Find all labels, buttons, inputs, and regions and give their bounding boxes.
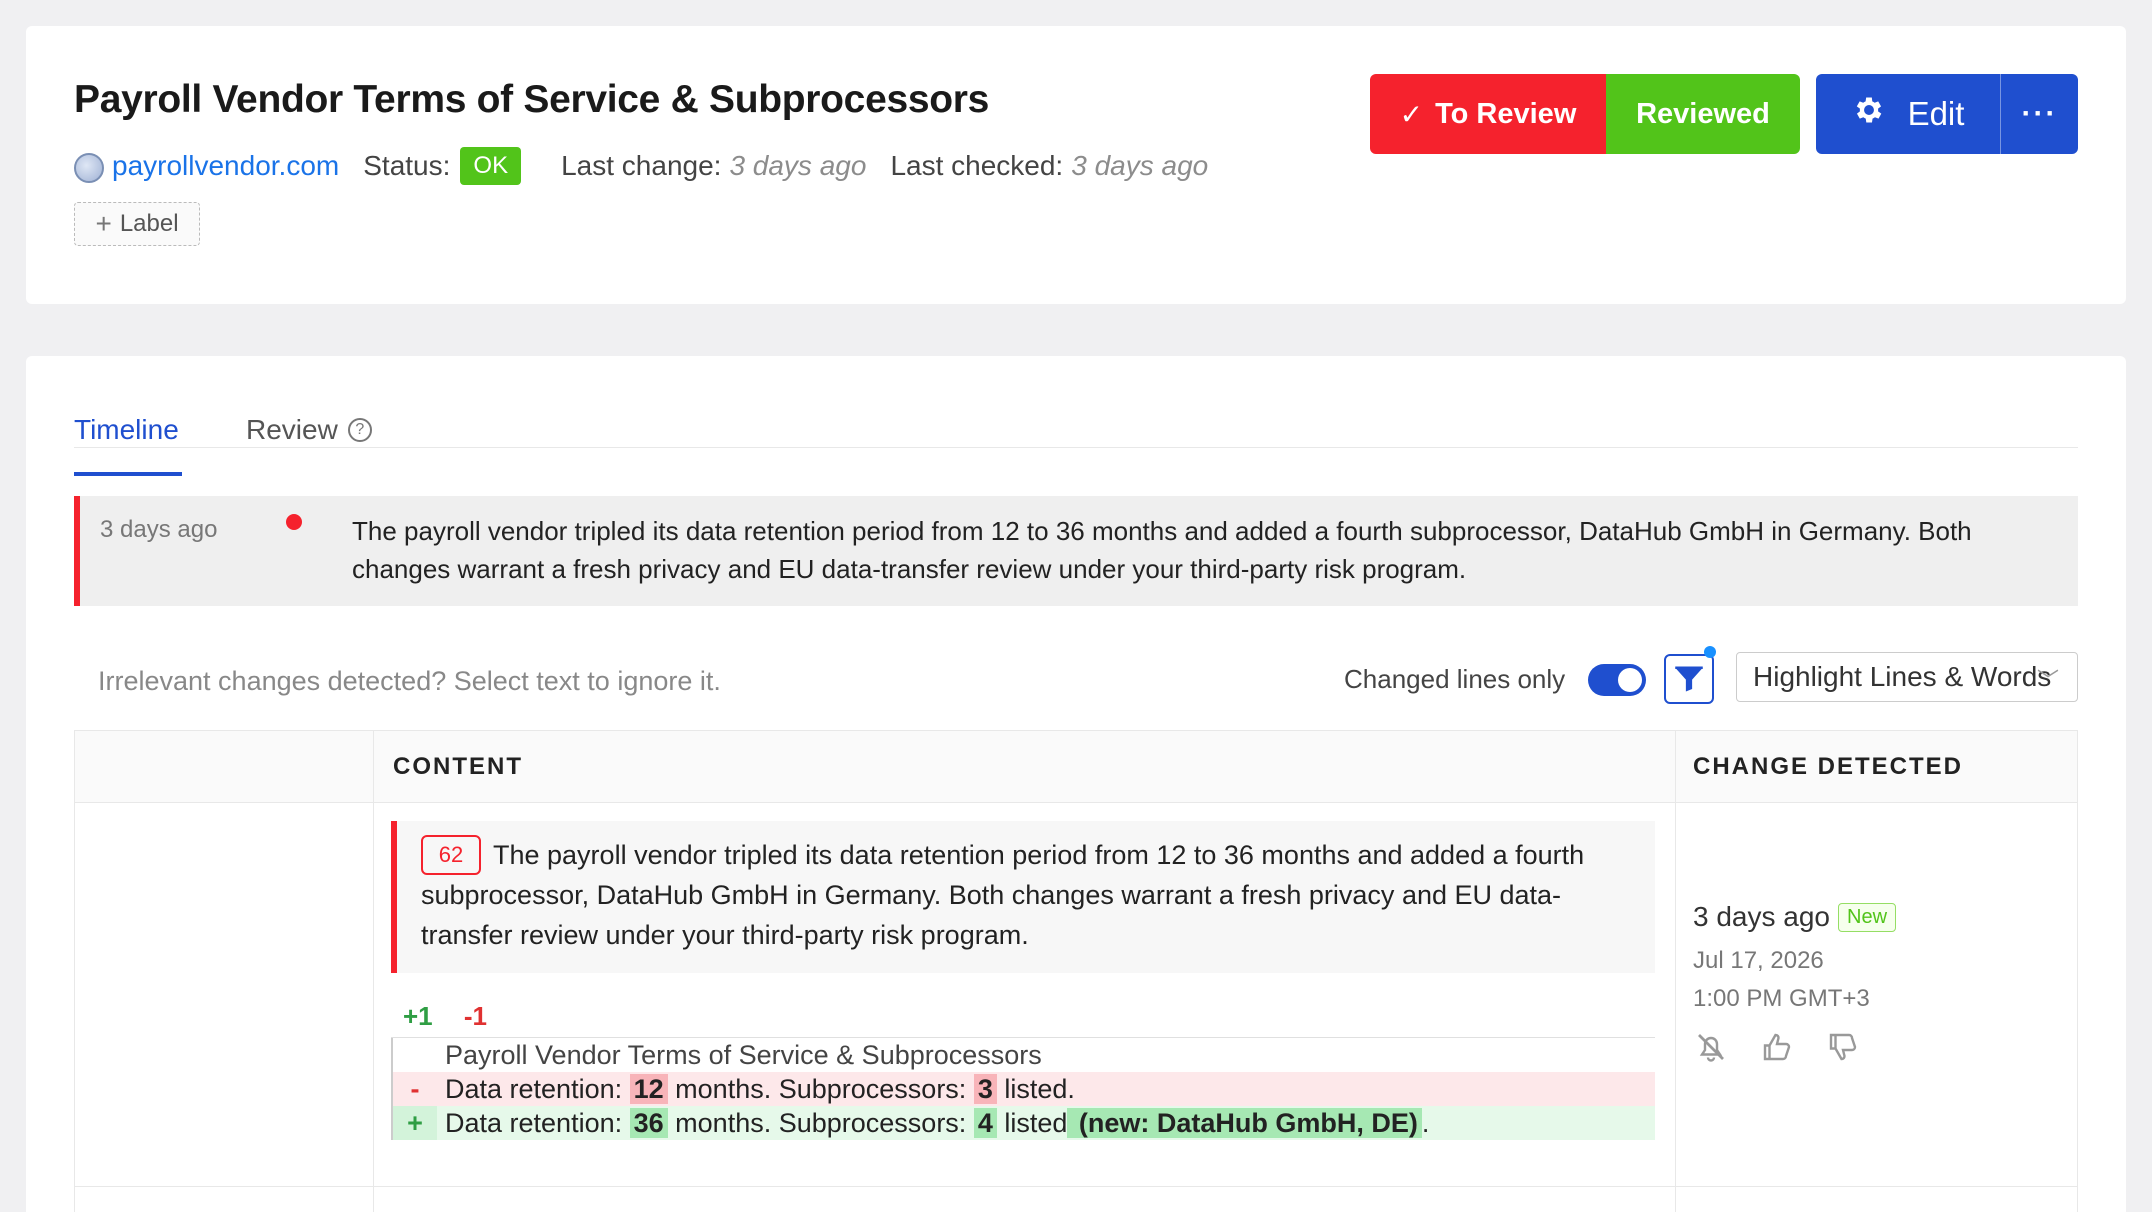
checkmark-icon: ✓ bbox=[1399, 98, 1424, 130]
diff-added-line: + Data retention: 36 months. Subprocesso… bbox=[391, 1106, 1655, 1140]
main-card: Timeline Review ? 3 days ago The payroll… bbox=[26, 356, 2126, 1212]
globe-icon bbox=[74, 153, 104, 183]
highlight-mode-value: Highlight Lines & Words bbox=[1753, 661, 2052, 692]
removed-word: 12 bbox=[629, 1073, 668, 1104]
monitor-header-card: Payroll Vendor Terms of Service & Subpro… bbox=[26, 26, 2126, 304]
status-label: Status: bbox=[363, 150, 451, 181]
tab-review[interactable]: Review ? bbox=[246, 414, 372, 446]
plus-icon: + bbox=[95, 208, 112, 239]
edit-button[interactable]: Edit bbox=[1816, 74, 2000, 154]
detected-relative-time: 3 days ago New bbox=[1693, 901, 1897, 933]
feedback-actions bbox=[1693, 1029, 1861, 1065]
edit-label: Edit bbox=[1907, 95, 1965, 132]
last-checked-value: 3 days ago bbox=[1071, 150, 1209, 181]
unread-dot bbox=[286, 514, 302, 530]
diff-toolbar: Irrelevant changes detected? Select text… bbox=[74, 646, 2078, 708]
changed-lines-toggle[interactable] bbox=[1588, 664, 1646, 696]
last-checked-label: Last checked: bbox=[890, 150, 1064, 181]
removed-gutter: - bbox=[410, 1073, 420, 1104]
mute-notification-icon[interactable] bbox=[1693, 1029, 1729, 1065]
site-link[interactable]: payrollvendor.com bbox=[112, 150, 339, 182]
help-icon[interactable]: ? bbox=[347, 418, 372, 442]
diff-counts: +1 -1 bbox=[403, 1001, 487, 1032]
tab-timeline[interactable]: Timeline bbox=[74, 414, 179, 446]
summary-text: The payroll vendor tripled its data rete… bbox=[352, 516, 1972, 584]
edit-button-group: Edit ··· bbox=[1816, 74, 2078, 154]
change-description: The payroll vendor tripled its data rete… bbox=[391, 821, 1655, 973]
add-label-button[interactable]: + Label bbox=[74, 202, 200, 246]
line-number-badge: 62 bbox=[421, 835, 481, 875]
diff-removed-line: - Data retention: 12 months. Subprocesso… bbox=[391, 1072, 1655, 1106]
last-change-label: Last change: bbox=[561, 150, 722, 181]
table-header: CONTENT CHANGE DETECTED bbox=[75, 731, 2077, 803]
page-title: Payroll Vendor Terms of Service & Subpro… bbox=[74, 78, 990, 121]
tab-review-label: Review bbox=[246, 414, 338, 445]
thumbs-down-icon[interactable] bbox=[1825, 1029, 1861, 1065]
detected-date: Jul 17, 2026 bbox=[1693, 947, 1824, 974]
diff-context-line: Payroll Vendor Terms of Service & Subpro… bbox=[391, 1038, 1655, 1072]
thumbs-up-icon[interactable] bbox=[1759, 1029, 1795, 1065]
added-word: (new: DataHub GmbH, DE) bbox=[1067, 1107, 1422, 1138]
summary-time: 3 days ago bbox=[100, 516, 218, 543]
add-label-text: Label bbox=[119, 210, 179, 237]
detected-time: 1:00 PM GMT+3 bbox=[1693, 985, 1870, 1012]
reviewed-button[interactable]: Reviewed bbox=[1606, 74, 1800, 154]
chevron-down-icon: ﹀ bbox=[2036, 668, 2059, 693]
header-content: CONTENT bbox=[393, 753, 523, 780]
gear-icon bbox=[1852, 93, 1886, 135]
filter-button[interactable] bbox=[1664, 654, 1714, 704]
changed-lines-label: Changed lines only bbox=[1344, 664, 1566, 694]
new-badge: New bbox=[1838, 902, 1897, 932]
context-text: Payroll Vendor Terms of Service & Subpro… bbox=[445, 1039, 1042, 1070]
change-text: The payroll vendor tripled its data rete… bbox=[421, 840, 1585, 950]
removed-word: 3 bbox=[973, 1073, 997, 1104]
filter-icon bbox=[1675, 666, 1703, 692]
filter-active-dot bbox=[1704, 646, 1716, 658]
to-review-label: To Review bbox=[1435, 97, 1577, 130]
active-tab-indicator bbox=[74, 472, 182, 476]
meta-row: payrollvendor.com Status: OK Last change… bbox=[74, 144, 1208, 188]
header-change-detected: CHANGE DETECTED bbox=[1693, 753, 1964, 780]
to-review-button[interactable]: ✓ To Review bbox=[1370, 74, 1606, 154]
reviewed-label: Reviewed bbox=[1636, 97, 1770, 130]
ignore-hint: Irrelevant changes detected? Select text… bbox=[98, 666, 721, 696]
more-options-button[interactable]: ··· bbox=[2000, 74, 2078, 154]
highlight-mode-select[interactable]: Highlight Lines & Words ﹀ bbox=[1736, 652, 2078, 702]
review-button-group: ✓ To Review Reviewed bbox=[1370, 74, 1800, 154]
status-badge: OK bbox=[460, 147, 522, 185]
added-count: +1 bbox=[403, 1001, 433, 1031]
removed-count: -1 bbox=[463, 1001, 488, 1031]
added-gutter: + bbox=[393, 1106, 437, 1140]
diff-view[interactable]: Payroll Vendor Terms of Service & Subpro… bbox=[391, 1037, 1655, 1140]
last-change-value: 3 days ago bbox=[729, 150, 867, 181]
tab-bar: Timeline Review ? bbox=[74, 386, 2078, 476]
change-summary: 3 days ago The payroll vendor tripled it… bbox=[74, 496, 2078, 606]
changes-table: CONTENT CHANGE DETECTED The payroll vend… bbox=[74, 730, 2078, 1212]
added-word: 36 bbox=[629, 1107, 668, 1138]
added-word: 4 bbox=[973, 1107, 997, 1138]
